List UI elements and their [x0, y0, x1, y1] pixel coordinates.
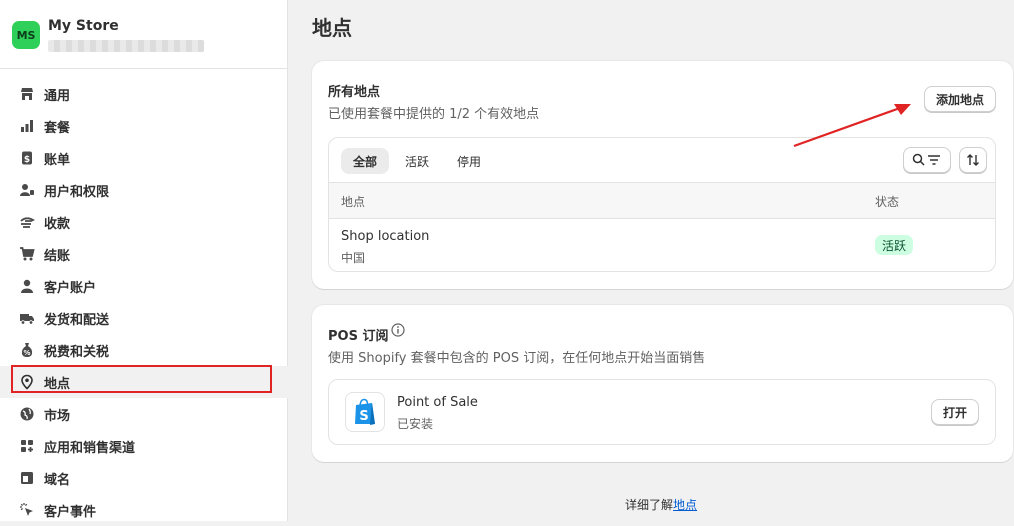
location-filter-tabs: 全部 活跃 停用: [341, 148, 493, 174]
location-icon: [18, 373, 36, 391]
truck-icon: [18, 309, 36, 327]
store-icon: [18, 85, 36, 103]
person-icon: [18, 277, 36, 295]
nav-item-label: 用户和权限: [44, 184, 110, 200]
nav-item-locations[interactable]: 地点: [0, 365, 288, 398]
table-row[interactable]: Shop location 中国 活跃: [329, 219, 995, 271]
learn-more: 详细了解地点: [625, 496, 697, 513]
info-icon[interactable]: [391, 323, 405, 337]
store-url-blurred: [48, 40, 204, 52]
learn-more-link[interactable]: 地点: [673, 498, 697, 512]
store-name: My Store: [48, 18, 119, 34]
nav-item-label: 收款: [44, 216, 71, 232]
nav-item-shipping[interactable]: 发货和配送: [0, 302, 288, 334]
nav-item-customer-events[interactable]: 客户事件: [0, 494, 288, 526]
apps-icon: [18, 437, 36, 455]
tab-all[interactable]: 全部: [341, 148, 390, 174]
nav-item-label: 客户事件: [44, 504, 97, 520]
nav-item-customer-accounts[interactable]: 客户账户: [0, 270, 288, 302]
learn-more-prefix: 详细了解: [625, 498, 674, 512]
locations-card-subtitle: 已使用套餐中提供的 1/2 个有效地点: [328, 107, 540, 122]
nav-item-label: 发货和配送: [44, 312, 110, 328]
tax-icon: %: [18, 341, 36, 359]
nav-item-label: 套餐: [44, 120, 71, 136]
domain-icon: [18, 469, 36, 487]
search-filter-button[interactable]: [903, 147, 951, 173]
sort-button[interactable]: [959, 147, 987, 173]
nav-item-label: 税费和关税: [44, 344, 110, 360]
status-badge: 活跃: [875, 235, 914, 255]
svg-text:%: %: [23, 349, 30, 357]
pos-app-row: S Point of Sale 已安装 打开: [328, 379, 996, 445]
nav-item-taxes[interactable]: % 税费和关税: [0, 334, 288, 366]
settings-nav: 通用 套餐 $ 账单 用户和权限 收款 结账 客户账户 发货和配送 % 税费和关…: [0, 78, 288, 526]
column-header-status: 状态: [875, 195, 900, 209]
nav-item-plan[interactable]: 套餐: [0, 110, 288, 142]
pos-card: POS 订阅 使用 Shopify 套餐中包含的 POS 订阅，在任何地点开始当…: [312, 305, 1013, 462]
globe-icon: [18, 405, 36, 423]
pos-card-title: POS 订阅: [328, 329, 389, 344]
nav-item-label: 账单: [44, 152, 71, 168]
nav-item-label: 域名: [44, 472, 71, 488]
location-name: Shop location: [341, 229, 430, 244]
store-header[interactable]: MS My Store: [0, 0, 288, 69]
table-header: 地点 状态: [329, 182, 995, 219]
nav-item-checkout[interactable]: 结账: [0, 238, 288, 270]
nav-item-label: 应用和销售渠道: [44, 440, 136, 456]
column-header-location: 地点: [341, 195, 366, 209]
nav-item-label: 客户账户: [44, 280, 97, 296]
cursor-icon: [18, 501, 36, 519]
open-button[interactable]: 打开: [931, 399, 979, 425]
nav-item-apps[interactable]: 应用和销售渠道: [0, 430, 288, 462]
nav-item-label: 地点: [44, 376, 71, 392]
search-filter-icon: [912, 153, 940, 166]
page-title: 地点: [312, 16, 352, 40]
payments-icon: [18, 213, 36, 231]
nav-item-label: 通用: [44, 88, 71, 104]
locations-card: 所有地点 已使用套餐中提供的 1/2 个有效地点 添加地点 全部 活跃 停用 地…: [312, 61, 1013, 289]
billing-icon: $: [18, 149, 36, 167]
nav-item-label: 结账: [44, 248, 71, 264]
sort-icon: [967, 154, 979, 166]
location-country: 中国: [341, 251, 366, 265]
svg-text:$: $: [24, 155, 30, 165]
app-status: 已安装: [397, 417, 434, 431]
tab-active[interactable]: 活跃: [393, 148, 441, 174]
settings-sidebar: MS My Store 通用 套餐 $ 账单 用户和权限 收款 结账 客户账户 …: [0, 0, 288, 521]
app-name: Point of Sale: [397, 395, 478, 410]
nav-item-billing[interactable]: $ 账单: [0, 142, 288, 174]
svg-text:S: S: [359, 409, 368, 424]
nav-item-label: 市场: [44, 408, 71, 424]
pos-card-subtitle: 使用 Shopify 套餐中包含的 POS 订阅，在任何地点开始当面销售: [328, 351, 706, 366]
plan-icon: [18, 117, 36, 135]
nav-item-general[interactable]: 通用: [0, 78, 288, 110]
nav-item-markets[interactable]: 市场: [0, 398, 288, 430]
users-icon: [18, 181, 36, 199]
shopify-bag-icon: S: [345, 392, 385, 432]
annotation-arrow: [793, 104, 911, 148]
add-location-button[interactable]: 添加地点: [924, 86, 996, 112]
store-avatar: MS: [12, 21, 40, 49]
nav-item-users[interactable]: 用户和权限: [0, 174, 288, 206]
nav-item-domains[interactable]: 域名: [0, 462, 288, 494]
nav-item-payments[interactable]: 收款: [0, 206, 288, 238]
cart-icon: [18, 245, 36, 263]
locations-table: 全部 活跃 停用 地点 状态 Shop location 中国 活跃: [328, 137, 996, 272]
tab-inactive[interactable]: 停用: [445, 148, 493, 174]
locations-card-title: 所有地点: [328, 85, 381, 100]
